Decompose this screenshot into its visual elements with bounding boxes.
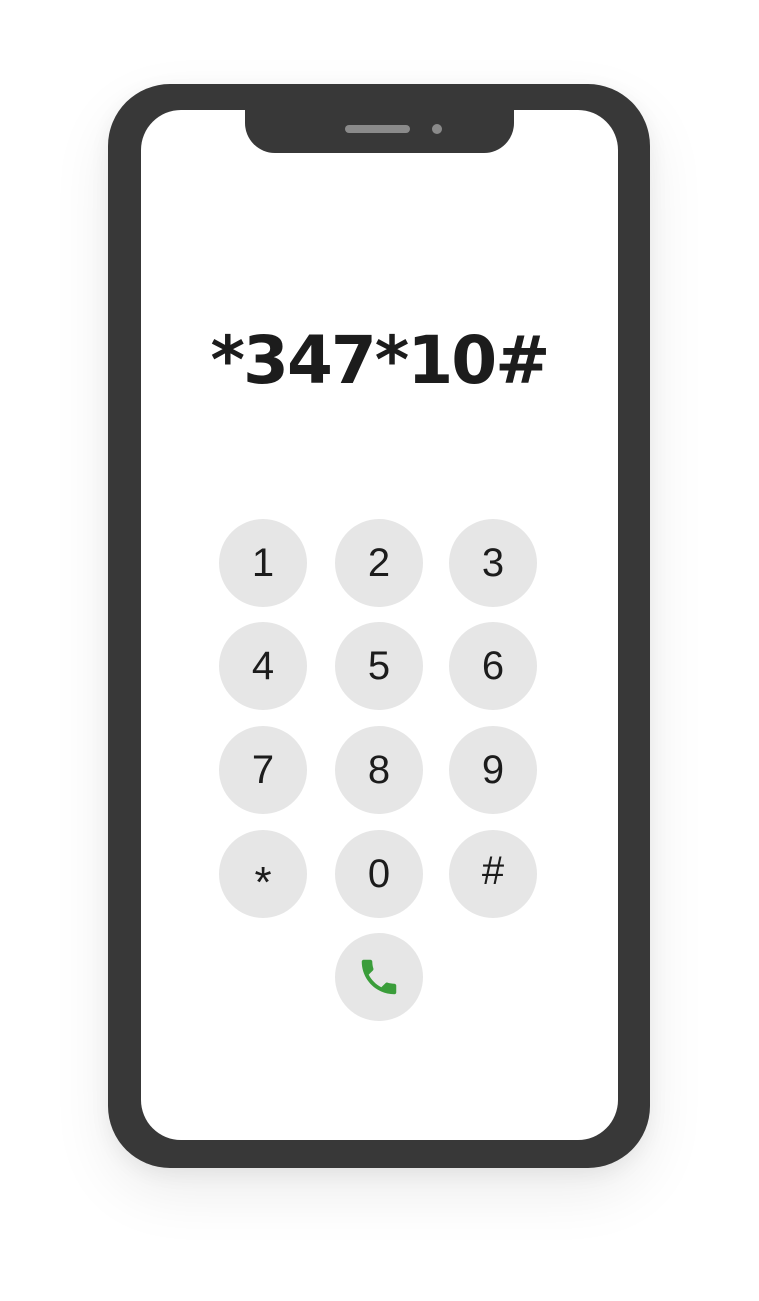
key-star[interactable]: * bbox=[219, 830, 307, 918]
speaker-grille bbox=[345, 125, 410, 133]
key-1[interactable]: 1 bbox=[219, 519, 307, 607]
phone-icon bbox=[356, 954, 402, 1000]
key-label: 3 bbox=[481, 541, 505, 585]
key-5[interactable]: 5 bbox=[335, 622, 423, 710]
key-label: * bbox=[254, 858, 272, 907]
key-label: 2 bbox=[367, 541, 391, 585]
key-6[interactable]: 6 bbox=[449, 622, 537, 710]
phone-screen: *347*10# 1 2 3 4 5 6 7 8 9 * 0 # bbox=[141, 110, 618, 1140]
key-4[interactable]: 4 bbox=[219, 622, 307, 710]
key-label: 5 bbox=[367, 644, 391, 688]
key-label: 9 bbox=[481, 748, 505, 792]
key-0[interactable]: 0 bbox=[335, 830, 423, 918]
phone-frame: *347*10# 1 2 3 4 5 6 7 8 9 * 0 # bbox=[108, 84, 650, 1168]
key-label: 0 bbox=[367, 852, 391, 896]
key-label: 4 bbox=[251, 644, 275, 688]
key-label: 8 bbox=[367, 748, 391, 792]
key-8[interactable]: 8 bbox=[335, 726, 423, 814]
notch bbox=[245, 110, 514, 153]
key-label: 7 bbox=[251, 748, 275, 792]
dialed-number-display: *347*10# bbox=[210, 322, 551, 399]
key-label: # bbox=[481, 849, 505, 893]
key-hash[interactable]: # bbox=[449, 830, 537, 918]
front-camera bbox=[432, 124, 442, 134]
key-2[interactable]: 2 bbox=[335, 519, 423, 607]
key-label: 6 bbox=[481, 644, 505, 688]
key-7[interactable]: 7 bbox=[219, 726, 307, 814]
call-button[interactable] bbox=[335, 933, 423, 1021]
key-9[interactable]: 9 bbox=[449, 726, 537, 814]
key-label: 1 bbox=[251, 541, 275, 585]
key-3[interactable]: 3 bbox=[449, 519, 537, 607]
